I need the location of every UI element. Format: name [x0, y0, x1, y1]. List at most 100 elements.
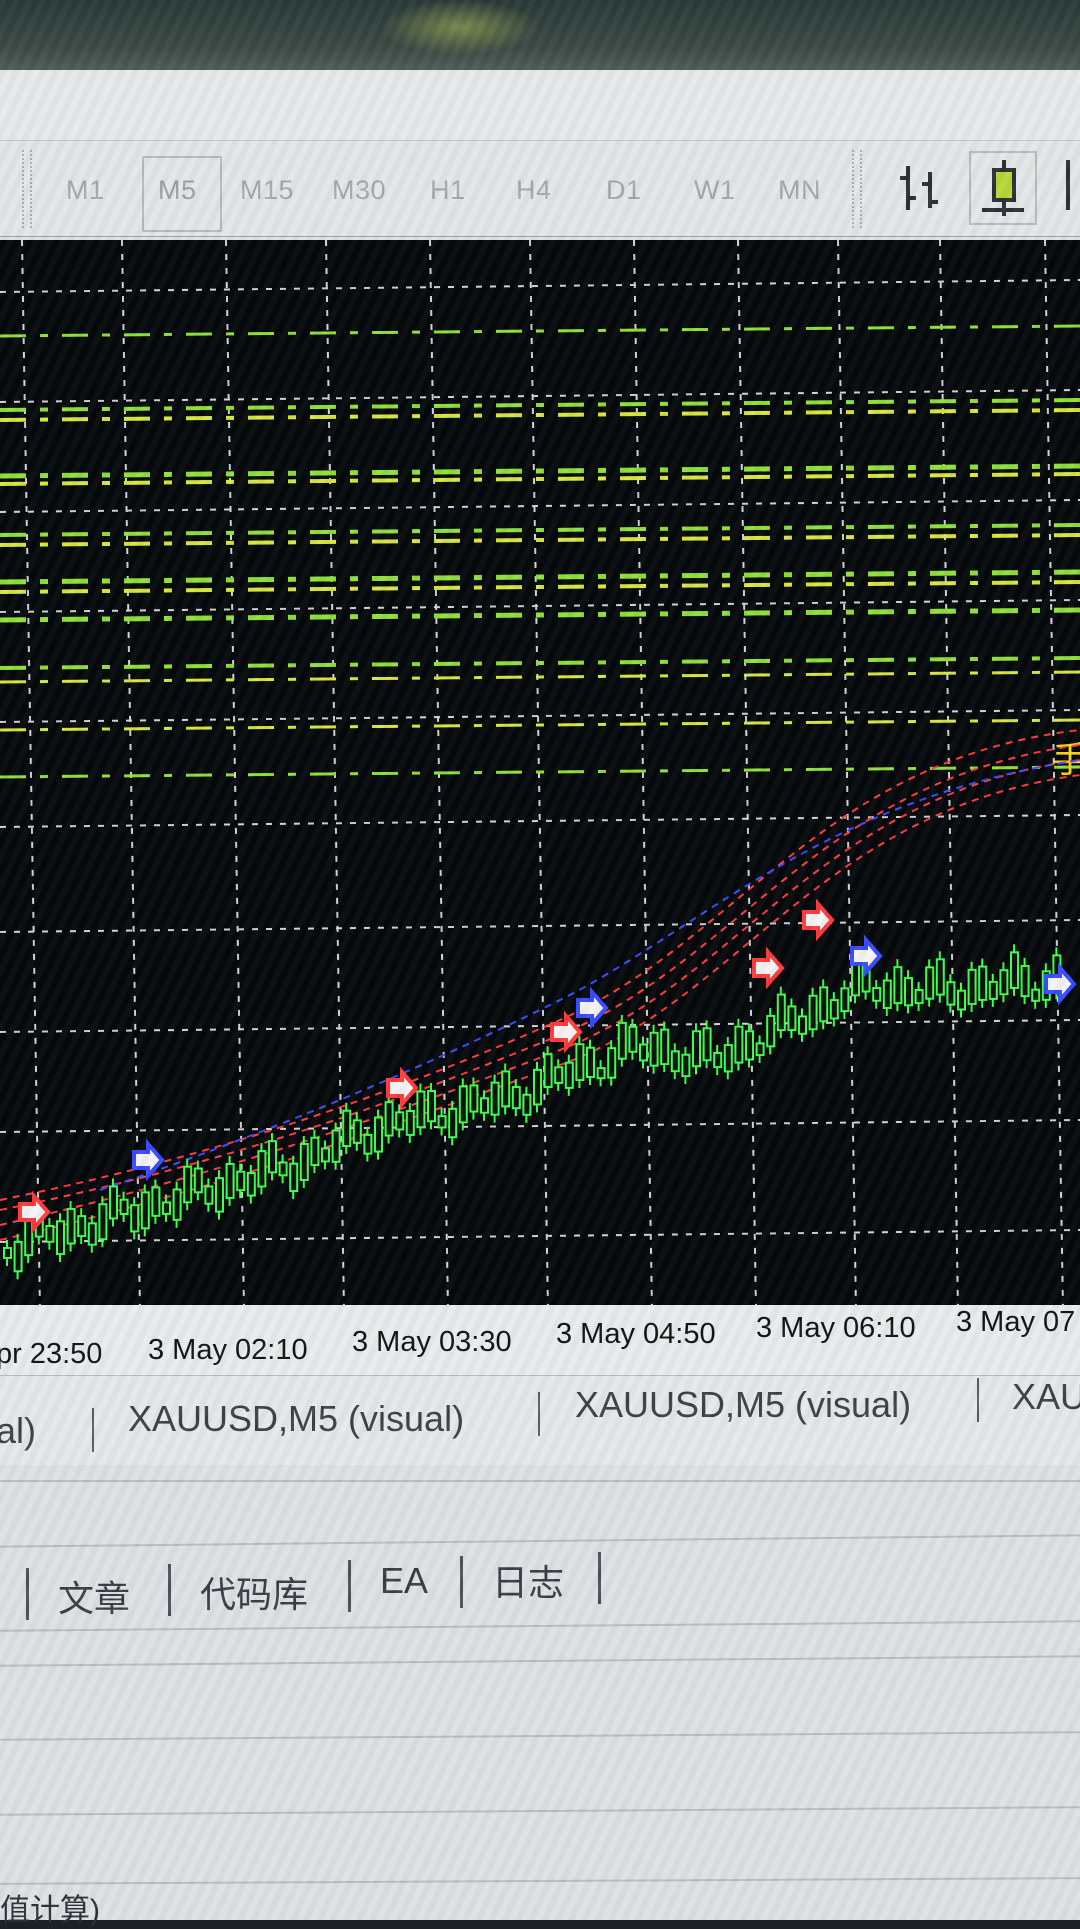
candle-body: [957, 989, 966, 1011]
tab-separator: [598, 1552, 601, 1604]
candle-body: [469, 1084, 479, 1113]
timeframe-h4-button[interactable]: H4: [516, 175, 552, 206]
price-level-line: [0, 398, 1080, 412]
candle-body: [670, 1050, 680, 1073]
candle-body: [151, 1186, 161, 1217]
candle-body: [914, 988, 924, 1005]
timeframe-h1-button[interactable]: H1: [430, 175, 466, 206]
trade-arrow-icon: [576, 986, 609, 1030]
grid-line-horizontal: [0, 279, 1080, 293]
grid-line-horizontal: [0, 919, 1080, 933]
timeframe-d1-button[interactable]: D1: [606, 175, 642, 206]
price-chart[interactable]: 手: [0, 240, 1080, 1330]
time-label: 3 May 07: [956, 1306, 1076, 1338]
timeframe-m5-button[interactable]: M5: [158, 175, 197, 206]
candle-body: [458, 1085, 468, 1124]
terminal-tab-ea[interactable]: EA: [380, 1560, 428, 1602]
grid-line-horizontal: [0, 499, 1080, 513]
candlestick-chart-icon[interactable]: [968, 150, 1038, 231]
candle-body: [215, 1177, 224, 1213]
terminal-tab-articles[interactable]: 文章: [58, 1570, 130, 1622]
line-chart-icon[interactable]: [1062, 150, 1080, 225]
candle-body: [755, 1042, 765, 1057]
candle-body: [1010, 951, 1019, 989]
candle-body: [490, 1081, 500, 1116]
candle-body: [829, 999, 839, 1020]
candle-body: [352, 1119, 362, 1144]
candle-body: [405, 1110, 415, 1136]
timeframe-m30-button[interactable]: M30: [332, 175, 386, 206]
candle-body: [278, 1161, 288, 1177]
grid-line-horizontal: [0, 709, 1080, 723]
price-level-line: [0, 533, 1080, 547]
candle-body: [246, 1171, 256, 1197]
timeframe-m15-button[interactable]: M15: [240, 175, 294, 206]
candle-body: [384, 1101, 394, 1137]
candle-body: [225, 1162, 235, 1199]
grid-line-horizontal: [0, 1229, 1080, 1243]
candle-body: [617, 1021, 627, 1060]
candle-body: [289, 1162, 299, 1193]
candle-body: [713, 1051, 723, 1069]
time-label: pr 23:50: [0, 1338, 103, 1370]
price-level-line: [0, 569, 1080, 585]
chart-tab[interactable]: al): [0, 1410, 36, 1452]
candle-body: [480, 1097, 489, 1114]
candle-body: [978, 965, 988, 1001]
candle-body: [702, 1027, 712, 1062]
price-level-line: [0, 718, 1080, 732]
candle-body: [162, 1201, 171, 1215]
grid-line-horizontal: [0, 1119, 1080, 1133]
candle-body: [437, 1115, 447, 1129]
tab-separator: [348, 1560, 351, 1612]
tab-separator: [460, 1556, 463, 1608]
candle-body: [56, 1220, 65, 1256]
grid-line-horizontal: [0, 1019, 1080, 1033]
candle-body: [564, 1061, 574, 1089]
candle-body: [798, 1015, 807, 1035]
timeframe-mn-button[interactable]: MN: [778, 175, 821, 206]
bar-chart-icon[interactable]: [896, 158, 946, 223]
timeframe-w1-button[interactable]: W1: [694, 175, 736, 206]
divider: [0, 1480, 1080, 1482]
candle-body: [639, 1043, 648, 1062]
bezel-reflection: [380, 0, 540, 55]
candle-body: [935, 958, 945, 996]
candle-body: [946, 981, 956, 1006]
candle-body: [872, 987, 882, 1002]
candle-body: [3, 1246, 12, 1259]
candle-body: [1031, 988, 1041, 1002]
price-level-line: [0, 472, 1080, 486]
price-level-line: [0, 656, 1080, 670]
candle-body: [840, 987, 850, 1013]
trade-arrow-icon: [752, 946, 785, 990]
terminal-panel: [0, 1465, 1080, 1920]
candle-body: [607, 1047, 617, 1079]
candle-body: [45, 1224, 55, 1243]
candle-body: [98, 1203, 108, 1241]
time-label: 3 May 03:30: [352, 1326, 512, 1358]
chart-tab-xauusd-m5[interactable]: XAUUSD,M5 (visual): [128, 1398, 464, 1440]
candle-body: [77, 1215, 87, 1238]
candle-body: [331, 1129, 341, 1163]
candle-body: [808, 994, 818, 1031]
candle-body: [893, 966, 903, 1005]
candle-body: [999, 969, 1009, 996]
tab-separator: [977, 1378, 979, 1422]
chart-tab-xauusd-m5[interactable]: XAUUSD,M5 (visual): [575, 1384, 911, 1426]
candle-body: [766, 1014, 776, 1048]
chart-tab-xauusd[interactable]: XAU: [1012, 1376, 1080, 1418]
candle-body: [628, 1025, 638, 1053]
terminal-tab-codebase[interactable]: 代码库: [200, 1566, 308, 1618]
candle-body: [925, 966, 935, 1000]
grid-line-vertical: [429, 240, 449, 1311]
candle-body: [342, 1109, 352, 1148]
toolbar-separator: [22, 150, 32, 228]
candle-body: [586, 1046, 595, 1079]
terminal-tab-journal[interactable]: 日志: [492, 1554, 564, 1606]
time-label: 3 May 02:10: [148, 1334, 308, 1366]
grid-line-vertical: [737, 240, 757, 1311]
timeframe-m1-button[interactable]: M1: [66, 175, 105, 206]
candle-body: [87, 1222, 97, 1246]
grid-line-vertical: [529, 240, 549, 1311]
